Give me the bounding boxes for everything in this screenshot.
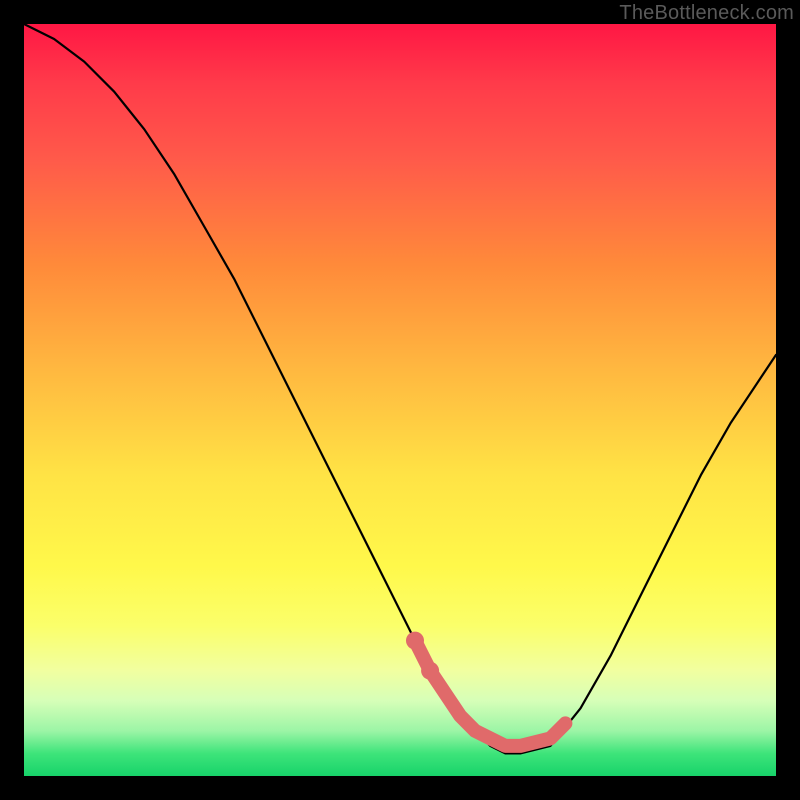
chart-frame: TheBottleneck.com [0, 0, 800, 800]
watermark-text: TheBottleneck.com [619, 2, 794, 25]
chart-plot-area [24, 24, 776, 776]
bottleneck-curve-line [24, 24, 776, 753]
highlight-band-line [415, 641, 565, 746]
chart-svg [24, 24, 776, 776]
highlight-dot [421, 662, 439, 680]
highlight-dot [406, 632, 424, 650]
